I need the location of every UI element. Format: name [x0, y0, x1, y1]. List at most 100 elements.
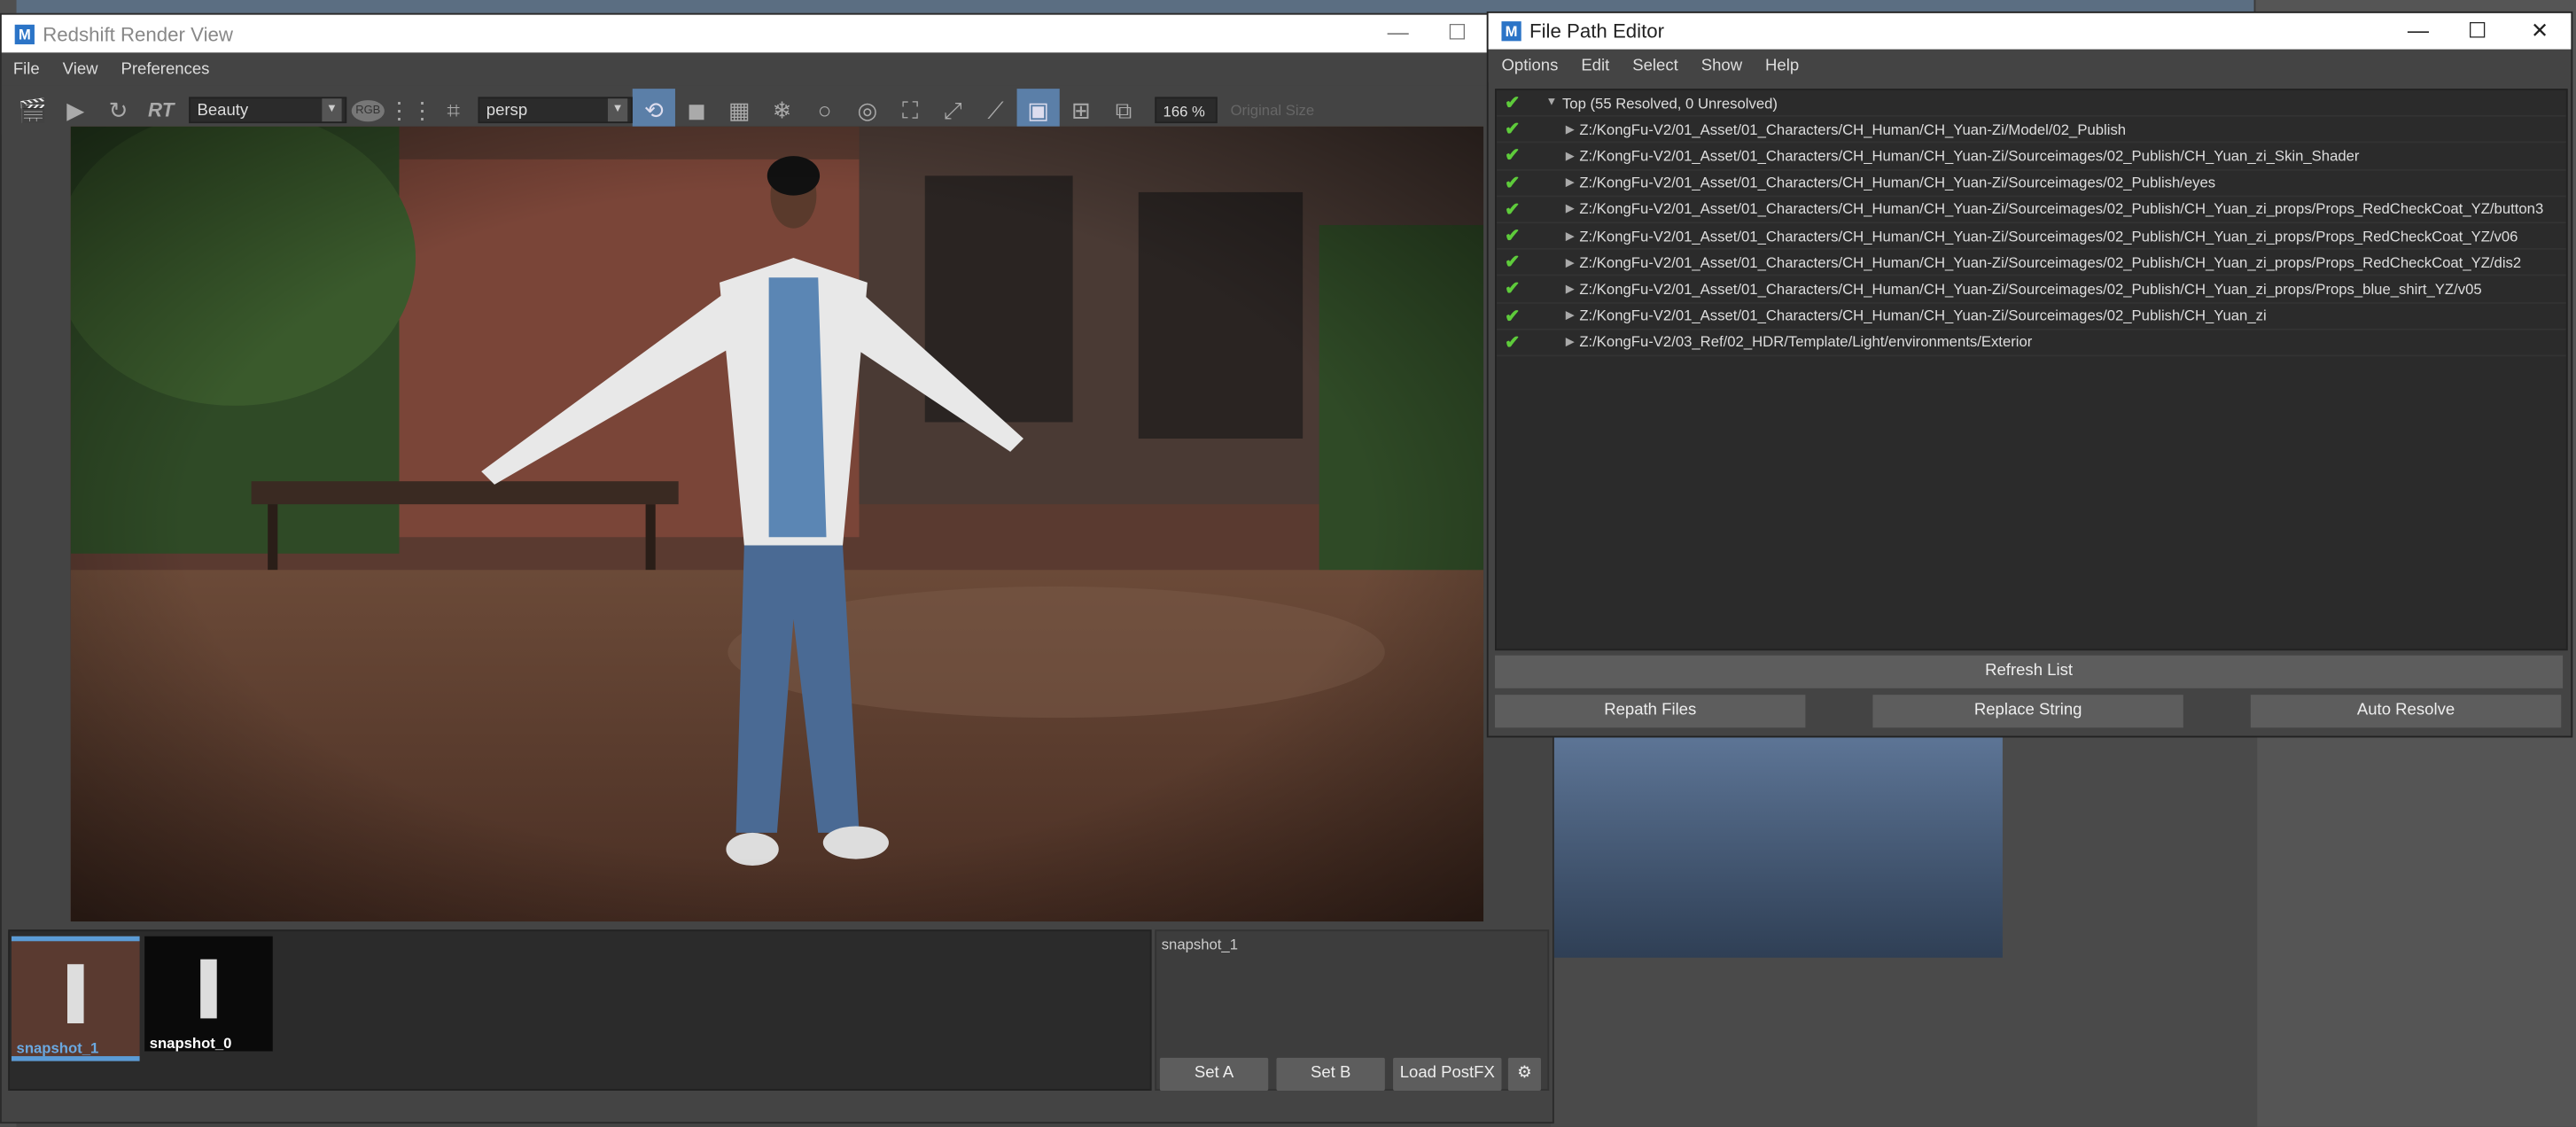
refresh-list-button[interactable]: Refresh List [1495, 655, 2564, 688]
file-path-editor-window: M File Path Editor — ☐ ✕ Options Edit Se… [1486, 11, 2573, 738]
path-tree: ✔ ▼ Top (55 Resolved, 0 Unresolved) ✔ ▶ … [1495, 89, 2568, 651]
set-a-button[interactable]: Set A [1159, 1057, 1269, 1091]
snapshot-thumb-0[interactable]: snapshot_0 [144, 936, 273, 1052]
expand-down-icon[interactable]: ▼ [1546, 97, 1558, 109]
redshift-title: Redshift Render View [43, 22, 233, 45]
camera-select[interactable]: persp ▼ [478, 97, 633, 124]
tree-row[interactable]: ✔ ▶ Z:/KongFu-V2/01_Asset/01_Characters/… [1496, 250, 2566, 277]
tree-row[interactable]: ✔ ▶ Z:/KongFu-V2/03_Ref/02_HDR/Template/… [1496, 330, 2566, 357]
tree-row[interactable]: ✔ ▶ Z:/KongFu-V2/01_Asset/01_Characters/… [1496, 197, 2566, 224]
snapshot-thumb-1[interactable]: snapshot_1 [11, 936, 140, 1061]
maya-logo-icon: M [1501, 21, 1521, 42]
wand-icon[interactable]: ⟋ [974, 89, 1016, 131]
expand-right-icon[interactable]: ▶ [1566, 309, 1575, 323]
snapshot-info-panel: snapshot_1 Set A Set B Load PostFX ⚙ [1155, 929, 1550, 1091]
refresh-icon[interactable]: ↻ [97, 89, 139, 131]
minimize-icon[interactable]: — [1368, 15, 1428, 53]
rgb-channel-icon[interactable]: RGB [346, 89, 389, 131]
thumb-figure [200, 959, 217, 1019]
tree-row-top[interactable]: ✔ ▼ Top (55 Resolved, 0 Unresolved) [1496, 90, 2566, 117]
focus-icon[interactable]: ◎ [846, 89, 889, 131]
check-icon: ✔ [1505, 146, 1521, 167]
gear-icon[interactable]: ⚙ [1507, 1057, 1541, 1091]
chevron-down-icon: ▼ [322, 98, 342, 122]
rt-label[interactable]: RT [140, 89, 183, 131]
check-icon: ✔ [1505, 120, 1521, 140]
check-icon: ✔ [1505, 173, 1521, 193]
clapper-icon[interactable]: 🎬 [12, 89, 54, 131]
aov-value: Beauty [197, 101, 249, 120]
path-label: Z:/KongFu-V2/01_Asset/01_Characters/CH_H… [1579, 253, 2522, 271]
chevron-down-icon: ▼ [607, 98, 628, 122]
expand-right-icon[interactable]: ▶ [1566, 336, 1575, 349]
menu-help[interactable]: Help [1754, 57, 1810, 74]
expand-right-icon[interactable]: ▶ [1566, 283, 1575, 296]
tree-row[interactable]: ✔ ▶ Z:/KongFu-V2/01_Asset/01_Characters/… [1496, 170, 2566, 198]
maximize-icon[interactable]: ☐ [1428, 15, 1487, 53]
path-label: Z:/KongFu-V2/01_Asset/01_Characters/CH_H… [1579, 227, 2518, 245]
menu-view[interactable]: View [51, 60, 110, 78]
menu-file[interactable]: File [2, 60, 51, 78]
snapshot-label-0: snapshot_0 [149, 1034, 232, 1052]
zoom-field[interactable]: 166 % [1155, 97, 1218, 124]
expand-right-icon[interactable]: ▶ [1566, 150, 1575, 163]
camera-icon[interactable]: ◼ [675, 89, 718, 131]
tree-row[interactable]: ✔ ▶ Z:/KongFu-V2/01_Asset/01_Characters/… [1496, 144, 2566, 170]
crop-icon[interactable]: ⌗ [432, 89, 475, 131]
fpe-titlebar[interactable]: M File Path Editor — ☐ ✕ [1488, 12, 2572, 51]
menu-select[interactable]: Select [1621, 57, 1689, 74]
menu-edit[interactable]: Edit [1569, 57, 1621, 74]
close-icon[interactable]: ✕ [2510, 13, 2570, 51]
auto-resolve-button[interactable]: Auto Resolve [2250, 695, 2562, 728]
expand-right-icon[interactable]: ▶ [1566, 176, 1575, 190]
background-viewport [1551, 735, 2003, 958]
path-label: Z:/KongFu-V2/01_Asset/01_Characters/CH_H… [1579, 174, 2216, 191]
expand-right-icon[interactable]: ▶ [1566, 256, 1575, 269]
minimize-icon[interactable]: — [2389, 13, 2448, 51]
menu-show[interactable]: Show [1690, 57, 1754, 74]
play-icon[interactable]: ▶ [54, 89, 97, 131]
copy-icon[interactable]: ⧉ [1102, 89, 1145, 131]
top-label: Top (55 Resolved, 0 Unresolved) [1561, 94, 1778, 112]
tiles-icon[interactable]: ▦ [718, 89, 760, 131]
check-icon: ✔ [1505, 93, 1521, 113]
region-icon[interactable]: ⛶ [889, 89, 931, 131]
fit-icon[interactable]: ⤢ [931, 89, 974, 131]
path-label: Z:/KongFu-V2/01_Asset/01_Characters/CH_H… [1579, 120, 2127, 138]
overlay-icon[interactable]: ▣ [1016, 89, 1060, 132]
expand-right-icon[interactable]: ▶ [1566, 229, 1575, 243]
tree-row[interactable]: ✔ ▶ Z:/KongFu-V2/01_Asset/01_Characters/… [1496, 303, 2566, 330]
path-label: Z:/KongFu-V2/01_Asset/01_Characters/CH_H… [1579, 200, 2544, 218]
replace-string-button[interactable]: Replace String [1872, 695, 2183, 728]
load-postfx-button[interactable]: Load PostFX [1393, 1057, 1502, 1091]
add-snapshot-icon[interactable]: ⊞ [1060, 89, 1102, 131]
redshift-render-window: M Redshift Render View — ☐ File View Pre… [0, 12, 1554, 1124]
menu-options[interactable]: Options [1490, 57, 1569, 74]
check-icon: ✔ [1505, 226, 1521, 246]
redshift-titlebar[interactable]: M Redshift Render View — ☐ [1, 14, 1553, 53]
grid-icon[interactable]: ⋮⋮ [388, 89, 434, 131]
path-label: Z:/KongFu-V2/01_Asset/01_Characters/CH_H… [1579, 280, 2482, 298]
aov-select[interactable]: Beauty ▼ [189, 97, 347, 124]
check-icon: ✔ [1505, 253, 1521, 273]
snowflake-icon[interactable]: ❄ [760, 89, 803, 131]
tree-row[interactable]: ✔ ▶ Z:/KongFu-V2/01_Asset/01_Characters/… [1496, 276, 2566, 304]
check-icon: ✔ [1505, 306, 1521, 326]
fpe-title: File Path Editor [1529, 19, 1665, 43]
tree-row[interactable]: ✔ ▶ Z:/KongFu-V2/01_Asset/01_Characters/… [1496, 117, 2566, 144]
lock-camera-icon[interactable]: ⟲ [632, 89, 675, 132]
tree-row[interactable]: ✔ ▶ Z:/KongFu-V2/01_Asset/01_Characters/… [1496, 223, 2566, 251]
menu-preferences[interactable]: Preferences [110, 60, 222, 78]
expand-right-icon[interactable]: ▶ [1566, 123, 1575, 136]
fpe-menubar: Options Edit Select Show Help [1488, 49, 2572, 82]
circle-icon[interactable]: ○ [804, 89, 846, 131]
path-label: Z:/KongFu-V2/03_Ref/02_HDR/Template/Ligh… [1579, 333, 2033, 351]
path-label: Z:/KongFu-V2/01_Asset/01_Characters/CH_H… [1579, 307, 2267, 324]
render-image [70, 126, 1484, 922]
expand-right-icon[interactable]: ▶ [1566, 203, 1575, 216]
maximize-icon[interactable]: ☐ [2448, 13, 2507, 51]
original-size-label[interactable]: Original Size [1231, 102, 1315, 119]
check-icon: ✔ [1505, 199, 1521, 220]
set-b-button[interactable]: Set B [1276, 1057, 1385, 1091]
repath-files-button[interactable]: Repath Files [1495, 695, 1806, 728]
